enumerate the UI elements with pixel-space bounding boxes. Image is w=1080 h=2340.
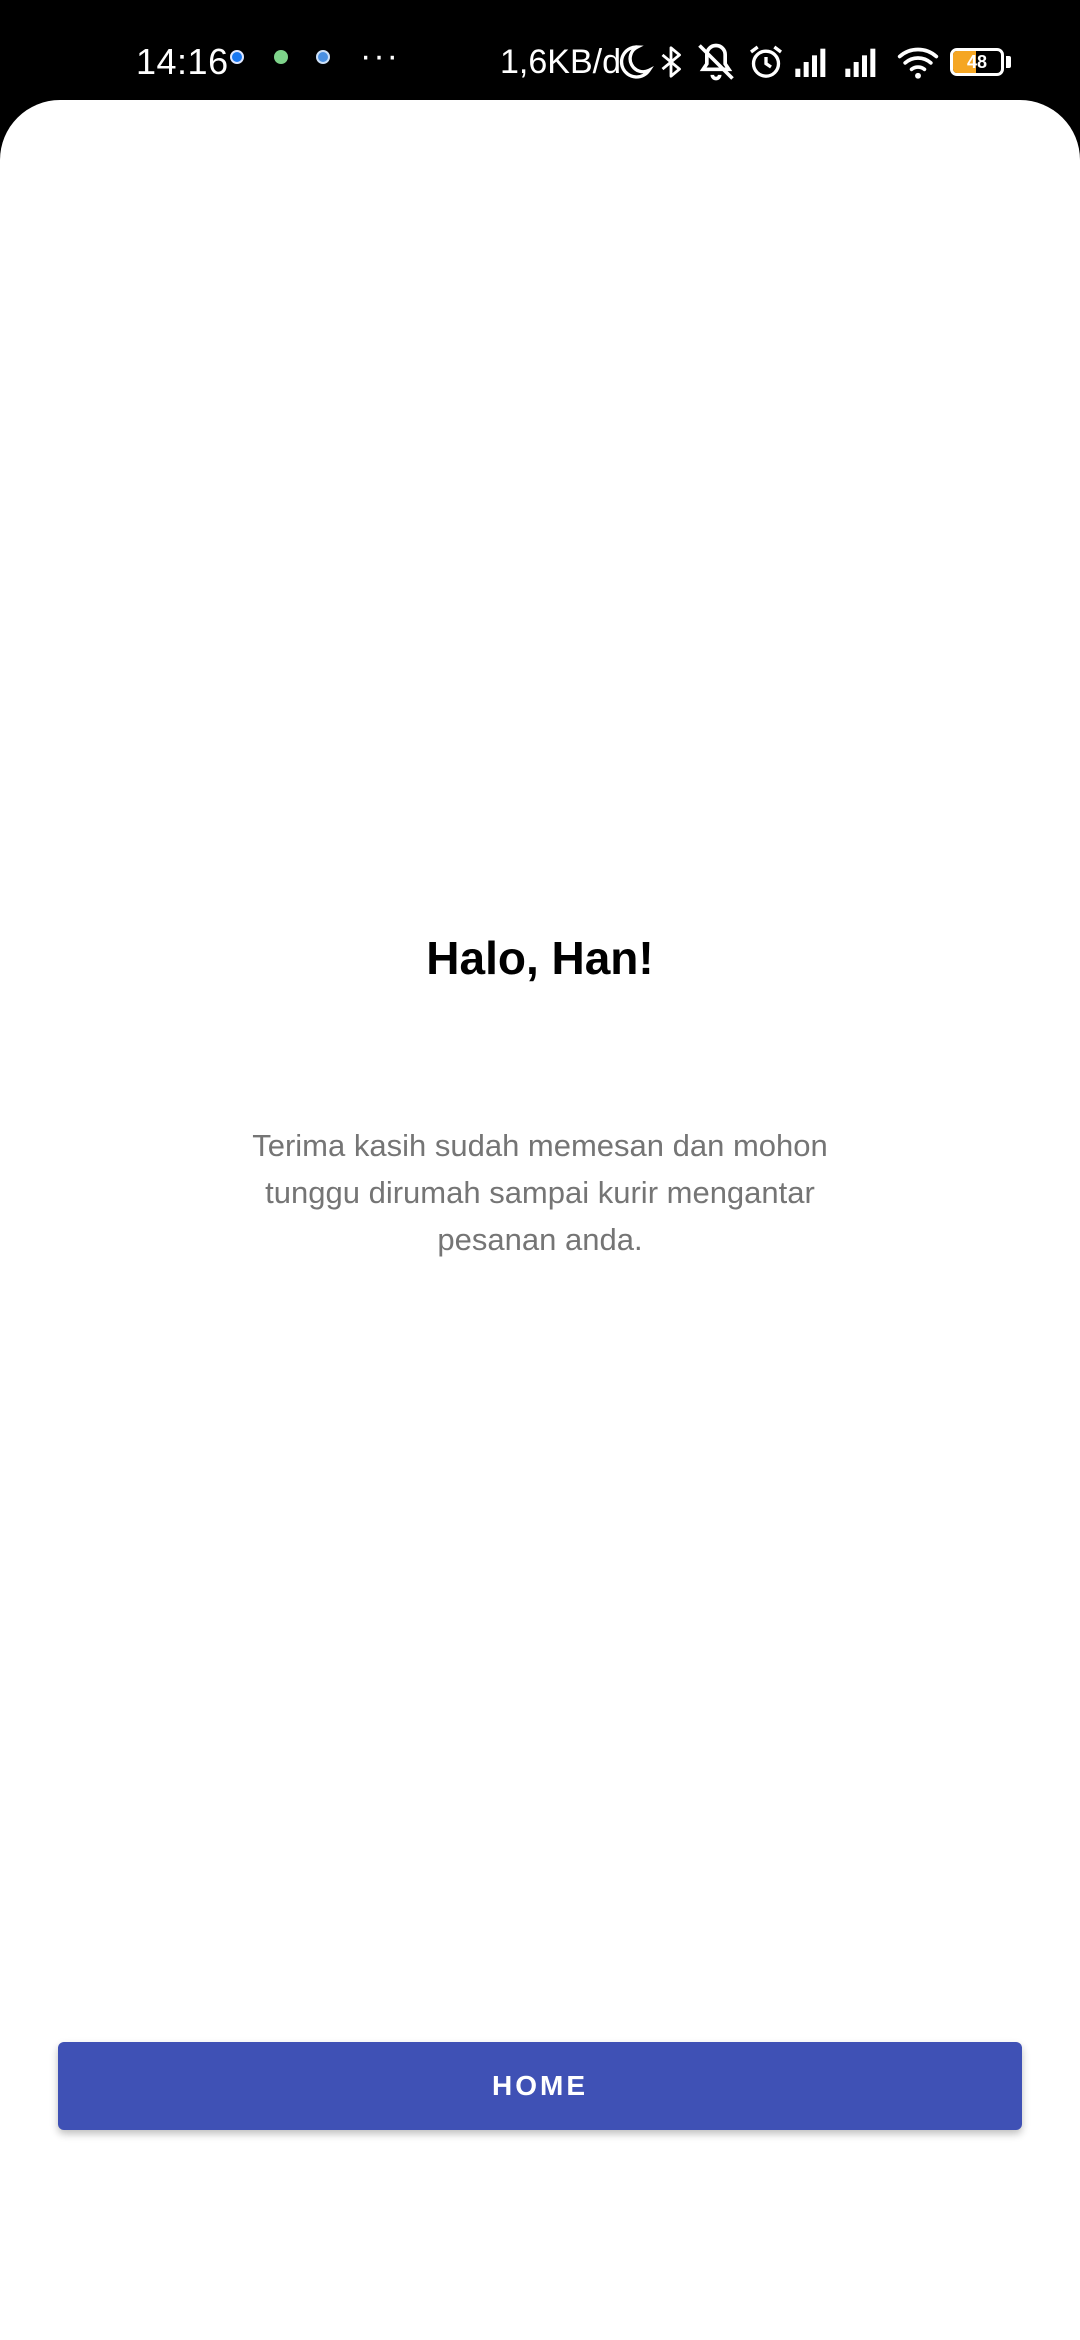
battery-tip (1006, 56, 1011, 68)
status-time: 14:16 (136, 41, 229, 82)
green-notification-icon (274, 50, 288, 64)
bluetooth-icon (654, 40, 688, 84)
battery-icon: 48 (950, 48, 1004, 76)
signal-icon (792, 40, 832, 84)
blue-notification-icon (316, 50, 330, 64)
order-message: Terima kasih sudah memesan dan mohon tun… (252, 1128, 828, 1257)
status-bar: 14:16 ··· 1,6KB/d 48 (0, 0, 1080, 100)
more-notifications-indicator: ··· (360, 37, 400, 75)
greeting-title: Halo, Han! (426, 932, 654, 984)
wifi-icon (896, 40, 940, 84)
moon-icon (614, 40, 654, 84)
facebook-notification-icon (230, 50, 244, 64)
home-button[interactable]: HOME (58, 2042, 1022, 2130)
signal-icon (842, 40, 882, 84)
mute-icon (694, 40, 738, 84)
battery-level: 48 (966, 52, 988, 72)
alarm-icon (746, 40, 786, 84)
network-speed: 1,6KB/d (500, 43, 621, 81)
